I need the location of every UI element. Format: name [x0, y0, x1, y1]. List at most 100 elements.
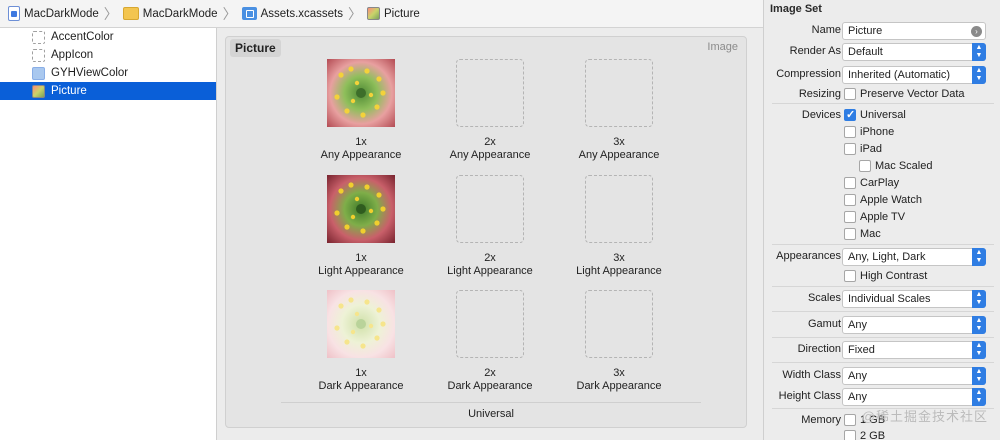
- mac-checkbox[interactable]: [844, 228, 856, 240]
- sidebar-item-gyhviewcolor[interactable]: GYHViewColor: [0, 64, 216, 82]
- slot-scale: 2x: [484, 252, 496, 264]
- appearances-select[interactable]: Any, Light, Dark ▲ ▼: [842, 248, 986, 266]
- image-slot[interactable]: 1x Any Appearance: [286, 59, 436, 161]
- inspector-section-title: Image Set: [770, 3, 822, 15]
- slot-scale: 1x: [355, 252, 367, 264]
- slot-scale: 3x: [613, 252, 625, 264]
- scales-row: Scales Individual Scales ▲ ▼: [764, 290, 1000, 308]
- image-slot[interactable]: 2x Light Appearance: [415, 175, 565, 277]
- image-thumbnail: [327, 290, 395, 358]
- mac-scaled-checkbox[interactable]: [859, 160, 871, 172]
- image-set-panel: Picture Image 1x Any Appearance 2x Any A…: [225, 36, 747, 428]
- direction-select[interactable]: Fixed ▲ ▼: [842, 341, 986, 359]
- popup-arrows-icon: ▲ ▼: [972, 248, 986, 266]
- color-set-icon: [32, 30, 45, 44]
- ipad-label: iPad: [860, 143, 883, 155]
- name-value: Picture: [848, 25, 883, 37]
- slot-appearance: Dark Appearance: [576, 380, 662, 392]
- apple-watch-label: Apple Watch: [860, 194, 922, 206]
- memory-2gb-checkbox[interactable]: [844, 430, 856, 440]
- breadcrumb-separator: 〉: [348, 5, 363, 22]
- compression-label: Compression: [776, 68, 841, 80]
- gamut-select[interactable]: Any ▲ ▼: [842, 316, 986, 334]
- resizing-row: Resizing Preserve Vector Data: [764, 86, 1000, 104]
- memory-2gb-label: 2 GB: [860, 430, 886, 440]
- appearances-label: Appearances: [776, 250, 841, 262]
- iphone-checkbox[interactable]: [844, 126, 856, 138]
- carplay-label: CarPlay: [860, 177, 900, 189]
- image-set-editor: Picture Image 1x Any Appearance 2x Any A…: [217, 28, 763, 440]
- divider: [772, 244, 994, 245]
- memory-1gb-checkbox[interactable]: [844, 414, 856, 426]
- mac-label: Mac: [860, 228, 881, 240]
- direction-row: Direction Fixed ▲ ▼: [764, 341, 1000, 359]
- high-contrast-checkbox[interactable]: [844, 270, 856, 282]
- asset-catalog-icon: [241, 7, 257, 20]
- image-slot[interactable]: 3x Light Appearance: [544, 175, 694, 277]
- image-slot[interactable]: 3x Dark Appearance: [544, 290, 694, 392]
- scales-value: Individual Scales: [848, 293, 931, 305]
- slot-scale: 1x: [355, 367, 367, 379]
- image-thumbnail: [327, 175, 395, 243]
- image-set-title: Picture: [230, 39, 281, 57]
- height-class-select[interactable]: Any ▲ ▼: [842, 388, 986, 406]
- breadcrumb-item-picture[interactable]: Picture: [367, 7, 420, 20]
- slot-appearance: Any Appearance: [449, 149, 531, 161]
- width-class-row: Width Class Any ▲ ▼: [764, 367, 1000, 385]
- height-class-label: Height Class: [778, 390, 841, 402]
- popup-arrows-icon: ▲ ▼: [972, 66, 986, 84]
- apple-tv-label: Apple TV: [860, 211, 906, 223]
- high-contrast-label: High Contrast: [860, 270, 928, 282]
- breadcrumb-item-group[interactable]: MacDarkMode: [122, 7, 218, 20]
- width-class-select[interactable]: Any ▲ ▼: [842, 367, 986, 385]
- universal-checkbox[interactable]: [844, 108, 856, 121]
- preserve-vector-checkbox[interactable]: [844, 88, 856, 100]
- divider: [772, 103, 994, 104]
- breadcrumb-item-project[interactable]: MacDarkMode: [8, 6, 99, 21]
- render-as-row: Render As Default ▲ ▼: [764, 43, 1000, 61]
- popup-arrows-icon: ▲ ▼: [972, 388, 986, 406]
- image-slot[interactable]: 1x Light Appearance: [286, 175, 436, 277]
- render-as-value: Default: [848, 46, 883, 58]
- sidebar-item-label: AppIcon: [51, 49, 94, 61]
- device-group-label: Universal: [468, 408, 514, 420]
- folder-icon: [122, 7, 139, 20]
- image-slot[interactable]: 2x Dark Appearance: [415, 290, 565, 392]
- ipad-checkbox[interactable]: [844, 143, 856, 155]
- image-slot[interactable]: 1x Dark Appearance: [286, 290, 436, 392]
- name-field[interactable]: Picture ›: [842, 22, 986, 40]
- render-as-label: Render As: [789, 45, 841, 57]
- sidebar-item-accentcolor[interactable]: AccentColor: [0, 28, 216, 46]
- render-as-select[interactable]: Default ▲ ▼: [842, 43, 986, 61]
- breadcrumb-label: Assets.xcassets: [260, 7, 344, 20]
- slot-appearance: Dark Appearance: [318, 380, 404, 392]
- universal-label: Universal: [860, 109, 906, 121]
- empty-image-well: [456, 175, 524, 243]
- attributes-inspector: Image Set Name Picture › Render As Defau…: [763, 0, 1000, 440]
- apple-watch-checkbox[interactable]: [844, 194, 856, 206]
- image-set-icon: [32, 84, 45, 98]
- sidebar-item-picture[interactable]: Picture: [0, 82, 216, 100]
- sidebar-item-label: GYHViewColor: [51, 67, 129, 79]
- direction-label: Direction: [797, 343, 841, 355]
- scales-select[interactable]: Individual Scales ▲ ▼: [842, 290, 986, 308]
- breadcrumb-item-assets[interactable]: Assets.xcassets: [241, 7, 344, 20]
- image-slot[interactable]: 2x Any Appearance: [415, 59, 565, 161]
- compression-select[interactable]: Inherited (Automatic) ▲ ▼: [842, 66, 986, 84]
- sidebar-item-label: AccentColor: [51, 31, 114, 43]
- apple-tv-checkbox[interactable]: [844, 211, 856, 223]
- scales-label: Scales: [807, 292, 841, 304]
- sidebar-item-appicon[interactable]: AppIcon: [0, 46, 216, 64]
- image-slot[interactable]: 3x Any Appearance: [544, 59, 694, 161]
- width-class-value: Any: [848, 370, 867, 382]
- height-class-row: Height Class Any ▲ ▼: [764, 388, 1000, 406]
- width-class-label: Width Class: [782, 369, 841, 381]
- compression-row: Compression Inherited (Automatic) ▲ ▼: [764, 66, 1000, 84]
- image-thumbnail: [327, 59, 395, 127]
- slot-appearance: Light Appearance: [447, 265, 533, 277]
- carplay-checkbox[interactable]: [844, 177, 856, 189]
- project-file-icon: [8, 6, 20, 21]
- popup-arrows-icon: ▲ ▼: [972, 367, 986, 385]
- clear-icon[interactable]: ›: [971, 26, 982, 37]
- color-set-icon: [32, 66, 45, 80]
